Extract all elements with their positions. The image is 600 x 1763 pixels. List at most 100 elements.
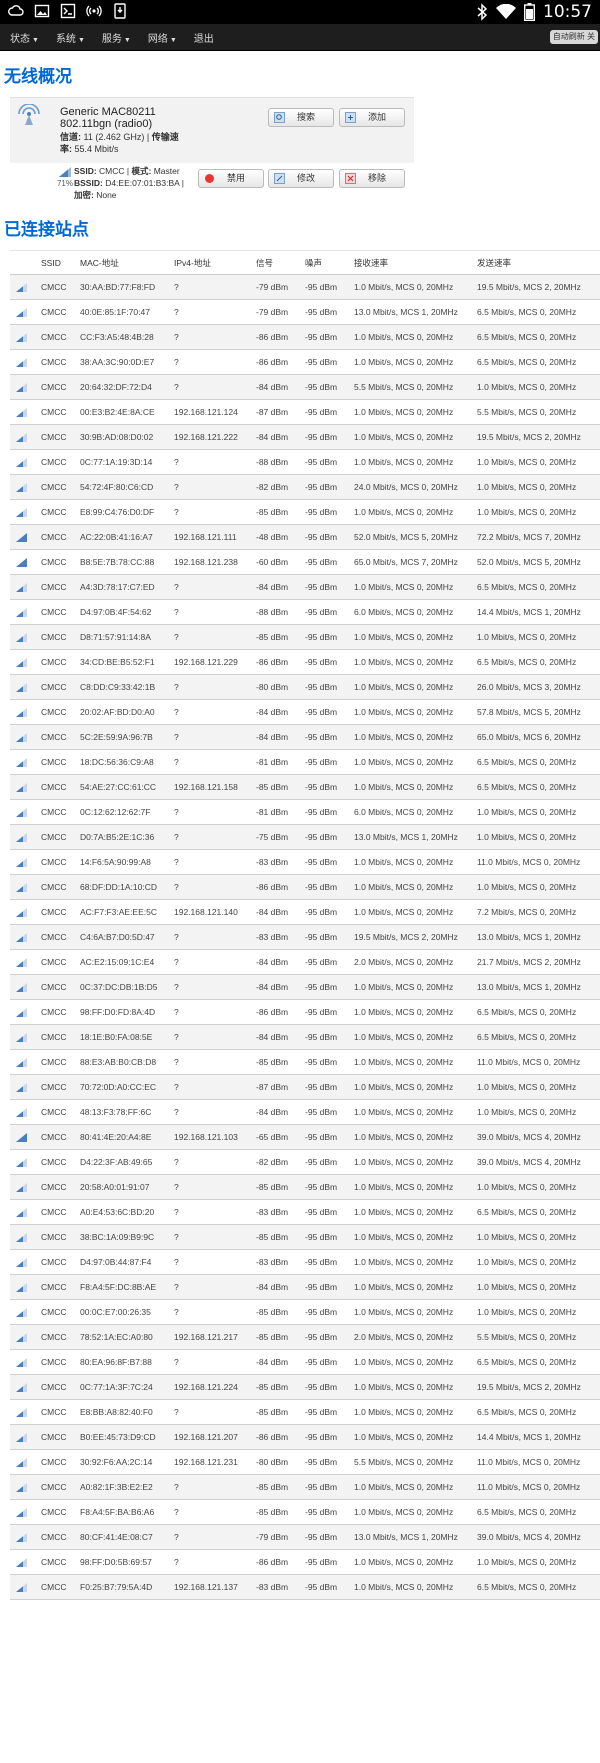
cell-signal: -86 dBm [256,657,289,667]
nav-item-network[interactable]: 网络 ▼ [148,30,177,45]
battery-icon [524,3,535,21]
table-row: CMCC 38:BC:1A:09:B9:9C? -85 dBm -95 dBm 1.0 … [10,1225,600,1250]
cell-ssid: CMCC [41,1407,67,1417]
table-row: CMCC 18:1E:B0:FA:08:5E? -84 dBm -95 dBm 1.0 … [10,1025,600,1050]
cell-mac: 20:64:32:DF:72:D4 [80,382,152,392]
signal-strength-icon [16,1383,27,1392]
cell-tx-rate: 1.0 Mbit/s, MCS 0, 20MHz [477,1082,577,1092]
cell-tx-rate: 1.0 Mbit/s, MCS 0, 20MHz [477,632,577,642]
cell-rx-rate: 1.0 Mbit/s, MCS 0, 20MHz [354,357,454,367]
nav-item-logout[interactable]: 退出 [194,30,214,45]
cell-ssid: CMCC [41,707,67,717]
table-row: CMCC 20:64:32:DF:72:D4? -84 dBm -95 dBm 5.5 … [10,375,600,400]
cell-noise: -95 dBm [305,532,338,542]
cell-ipv4: 192.168.121.207 [174,1432,238,1442]
cell-noise: -95 dBm [305,857,338,867]
cell-mac: F8:A4:5F:BA:B6:A6 [80,1507,155,1517]
cell-signal: -87 dBm [256,1082,289,1092]
signal-strength-icon [16,433,27,442]
cell-ipv4: ? [174,1507,179,1517]
cell-rx-rate: 19.5 Mbit/s, MCS 2, 20MHz [354,932,458,942]
cell-ssid: CMCC [41,1432,67,1442]
cell-ipv4: ? [174,807,179,817]
cell-mac: 30:9B:AD:08:D0:02 [80,432,154,442]
disable-button[interactable]: 禁用 [198,169,264,188]
cell-rx-rate: 2.0 Mbit/s, MCS 0, 20MHz [354,957,454,967]
table-row: CMCC 14:F6:5A:90:99:A8? -83 dBm -95 dBm 1.0 … [10,850,600,875]
cell-rx-rate: 65.0 Mbit/s, MCS 7, 20MHz [354,557,458,567]
signal-strength-icon [16,733,27,742]
nav-item-services[interactable]: 服务 ▼ [102,30,131,45]
cell-ipv4: ? [174,1057,179,1067]
signal-strength-icon [16,1283,27,1292]
cell-mac: E8:BB:A8:82:40:F0 [80,1407,153,1417]
remove-button[interactable]: 移除 [339,169,405,188]
cell-mac: 14:F6:5A:90:99:A8 [80,857,151,867]
scan-button[interactable]: 搜索 [268,108,334,127]
cell-ssid: CMCC [41,282,67,292]
table-row: CMCC 20:02:AF:BD:D0:A0? -84 dBm -95 dBm 1.0 … [10,700,600,725]
bluetooth-icon [477,3,488,21]
signal-strength-icon [16,383,27,392]
cell-tx-rate: 13.0 Mbit/s, MCS 1, 20MHz [477,982,581,992]
table-row: CMCC 30:AA:BD:77:F8:FD? -79 dBm -95 dBm 1.0 … [10,275,600,300]
add-button[interactable]: 添加 [339,108,405,127]
cell-ssid: CMCC [41,982,67,992]
terminal-icon [60,3,76,19]
cell-noise: -95 dBm [305,357,338,367]
cell-signal: -79 dBm [256,307,289,317]
cell-rx-rate: 1.0 Mbit/s, MCS 0, 20MHz [354,1357,454,1367]
cell-mac: 40:0E:85:1F:70:47 [80,307,150,317]
cell-signal: -65 dBm [256,1132,289,1142]
edit-button[interactable]: 修改 [268,169,334,188]
table-row: CMCC A0:E4:53:6C:BD:20? -83 dBm -95 dBm 1.0 … [10,1200,600,1225]
cell-ipv4: ? [174,682,179,692]
cell-noise: -95 dBm [305,382,338,392]
cell-mac: 38:BC:1A:09:B9:9C [80,1232,155,1242]
signal-strength-icon [16,408,27,417]
cell-tx-rate: 26.0 Mbit/s, MCS 3, 20MHz [477,682,581,692]
cell-mac: E8:99:C4:76:D0:DF [80,507,155,517]
cell-tx-rate: 1.0 Mbit/s, MCS 0, 20MHz [477,1557,577,1567]
nav-item-status[interactable]: 状态 ▼ [10,30,39,45]
cell-ssid: CMCC [41,382,67,392]
cell-noise: -95 dBm [305,1457,338,1467]
cell-tx-rate: 19.5 Mbit/s, MCS 2, 20MHz [477,1382,581,1392]
cell-signal: -86 dBm [256,332,289,342]
cell-ssid: CMCC [41,1482,67,1492]
cell-mac: 30:AA:BD:77:F8:FD [80,282,156,292]
cell-mac: 34:CD:BE:B5:52:F1 [80,657,155,667]
cell-signal: -81 dBm [256,807,289,817]
nav-item-system[interactable]: 系统 ▼ [56,30,85,45]
cell-tx-rate: 6.5 Mbit/s, MCS 0, 20MHz [477,1007,577,1017]
signal-strength-icon [16,1083,27,1092]
table-row: CMCC 0C:77:1A:3F:7C:24 192.168.121.224 -85 … [10,1375,600,1400]
cell-noise: -95 dBm [305,582,338,592]
cell-signal: -85 dBm [256,1332,289,1342]
cell-ipv4: 192.168.121.217 [174,1332,238,1342]
signal-strength-icon [16,1133,27,1142]
cell-mac: F0:25:B7:79:5A:4D [80,1582,153,1592]
header-rx-rate: 接收速率 [354,258,389,268]
autorefresh-toggle[interactable]: 自动刷新 关 [549,30,598,44]
cell-tx-rate: 11.0 Mbit/s, MCS 0, 20MHz [477,857,581,867]
cell-signal: -84 dBm [256,732,289,742]
cell-rx-rate: 1.0 Mbit/s, MCS 0, 20MHz [354,1057,454,1067]
cell-signal: -84 dBm [256,907,289,917]
table-row: CMCC 98:FF:D0:5B:69:57? -86 dBm -95 dBm 1.0 … [10,1550,600,1575]
cell-ssid: CMCC [41,1007,67,1017]
cell-tx-rate: 65.0 Mbit/s, MCS 6, 20MHz [477,732,581,742]
cell-signal: -84 dBm [256,707,289,717]
cell-ssid: CMCC [41,632,67,642]
cell-ssid: CMCC [41,1307,67,1317]
cell-rx-rate: 1.0 Mbit/s, MCS 0, 20MHz [354,782,454,792]
cell-tx-rate: 1.0 Mbit/s, MCS 0, 20MHz [477,1232,577,1242]
cell-tx-rate: 6.5 Mbit/s, MCS 0, 20MHz [477,657,577,667]
cell-mac: B8:5E:7B:78:CC:88 [80,557,155,567]
table-row: CMCC B0:EE:45:73:D9:CD 192.168.121.207 -86 … [10,1425,600,1450]
cell-signal: -85 dBm [256,1382,289,1392]
cell-mac: D4:97:0B:4F:54:62 [80,607,152,617]
table-row: CMCC E8:BB:A8:82:40:F0? -85 dBm -95 dBm 1.0 … [10,1400,600,1425]
caret-down-icon: ▼ [169,37,177,44]
signal-strength-icon [16,1258,27,1267]
